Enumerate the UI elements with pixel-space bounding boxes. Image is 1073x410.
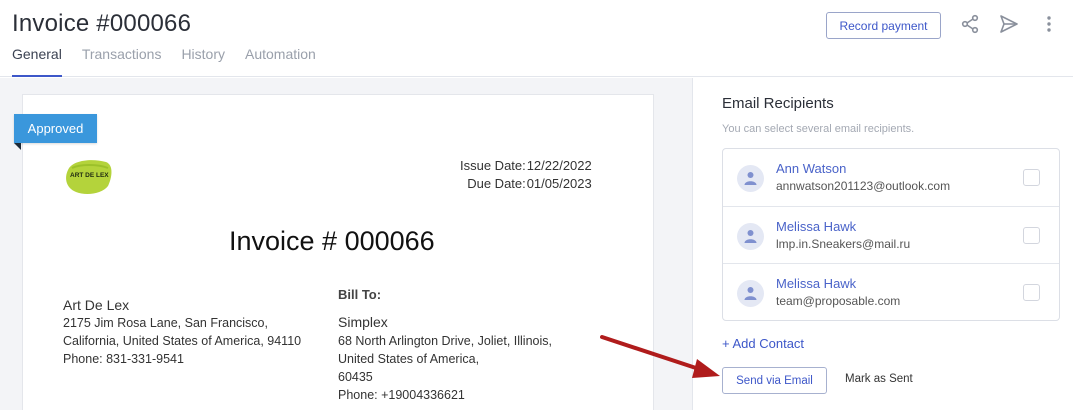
recipient-checkbox[interactable] bbox=[1023, 284, 1040, 301]
recipient-list: Ann Watson annwatson201123@outlook.com M… bbox=[722, 148, 1060, 321]
user-avatar-icon bbox=[737, 280, 764, 307]
recipient-name: Ann Watson bbox=[776, 161, 847, 176]
send-icon[interactable] bbox=[998, 13, 1020, 35]
sender-address: Art De Lex 2175 Jim Rosa Lane, San Franc… bbox=[63, 296, 301, 368]
bill-to-label: Bill To: bbox=[338, 287, 382, 302]
recipient-name: Melissa Hawk bbox=[776, 218, 857, 234]
email-recipients-title: Email Recipients bbox=[722, 95, 834, 112]
recipient-email: lmp.in.Sneakers@mail.ru bbox=[776, 236, 911, 251]
share-icon[interactable] bbox=[959, 13, 981, 35]
due-date-value: 01/05/2023 bbox=[526, 176, 592, 191]
page-title: Invoice #000066 bbox=[12, 10, 192, 37]
client-address-line2: United States of America, bbox=[338, 352, 480, 366]
invoice-title: Invoice # 000066 bbox=[229, 226, 435, 256]
logo-text: ART DE LEX bbox=[70, 172, 109, 179]
mark-as-sent-button[interactable]: Mark as Sent bbox=[845, 373, 913, 385]
due-date-label: Due Date: bbox=[467, 176, 526, 191]
company-logo: ART DE LEX bbox=[62, 156, 116, 196]
send-via-email-button[interactable]: Send via Email bbox=[722, 367, 827, 394]
client-address-line3: 60435 bbox=[338, 370, 373, 384]
issue-date-value: 12/22/2022 bbox=[526, 158, 592, 173]
recipient-email: annwatson201123@outlook.com bbox=[776, 179, 951, 193]
invoice-dates: Issue Date: 12/22/2022 Due Date: 01/05/2… bbox=[460, 157, 592, 193]
recipient-checkbox[interactable] bbox=[1023, 169, 1040, 186]
tab-automation[interactable]: Automation bbox=[245, 46, 316, 77]
client-address-line1: 68 North Arlington Drive, Joliet, Illino… bbox=[338, 334, 552, 348]
status-badge: Approved bbox=[14, 114, 97, 143]
recipient-item[interactable]: Melissa Hawk team@proposable.com bbox=[723, 264, 1059, 322]
recipient-checkbox[interactable] bbox=[1023, 226, 1040, 244]
tab-general[interactable]: General bbox=[12, 46, 62, 77]
sender-phone: Phone: 831-331-9541 bbox=[63, 352, 184, 366]
badge-fold bbox=[14, 143, 21, 150]
issue-date-label: Issue Date: bbox=[460, 158, 526, 173]
add-contact-link[interactable]: + Add Contact bbox=[722, 336, 804, 351]
recipient-email: team@proposable.com bbox=[776, 294, 901, 308]
sender-name: Art De Lex bbox=[63, 297, 130, 313]
sender-address-line1: 2175 Jim Rosa Lane, San Francisco, bbox=[63, 316, 268, 330]
recipient-item[interactable]: Ann Watson annwatson201123@outlook.com bbox=[723, 149, 1059, 207]
client-name: Simplex bbox=[338, 314, 388, 330]
user-avatar-icon bbox=[737, 165, 764, 192]
tab-transactions[interactable]: Transactions bbox=[82, 46, 162, 77]
bill-to-address: Simplex 68 North Arlington Drive, Joliet… bbox=[338, 313, 552, 404]
user-avatar-icon bbox=[737, 222, 764, 250]
recipient-item[interactable]: Melissa Hawk lmp.in.Sneakers@mail.ru bbox=[723, 207, 1059, 264]
email-recipients-subtitle: You can select several email recipients. bbox=[722, 123, 915, 135]
more-vertical-icon[interactable] bbox=[1038, 13, 1060, 35]
sender-address-line2: California, United States of America, 94… bbox=[63, 334, 302, 348]
recipient-name: Melissa Hawk bbox=[776, 276, 857, 291]
client-phone: Phone: +19004336621 bbox=[338, 388, 465, 402]
tab-history[interactable]: History bbox=[181, 46, 225, 77]
tab-bar: General Transactions History Automation bbox=[12, 46, 336, 77]
record-payment-button[interactable]: Record payment bbox=[826, 12, 941, 39]
header-bar: Invoice #000066 General Transactions His… bbox=[0, 0, 1073, 77]
annotation-arrow-icon bbox=[600, 335, 720, 378]
